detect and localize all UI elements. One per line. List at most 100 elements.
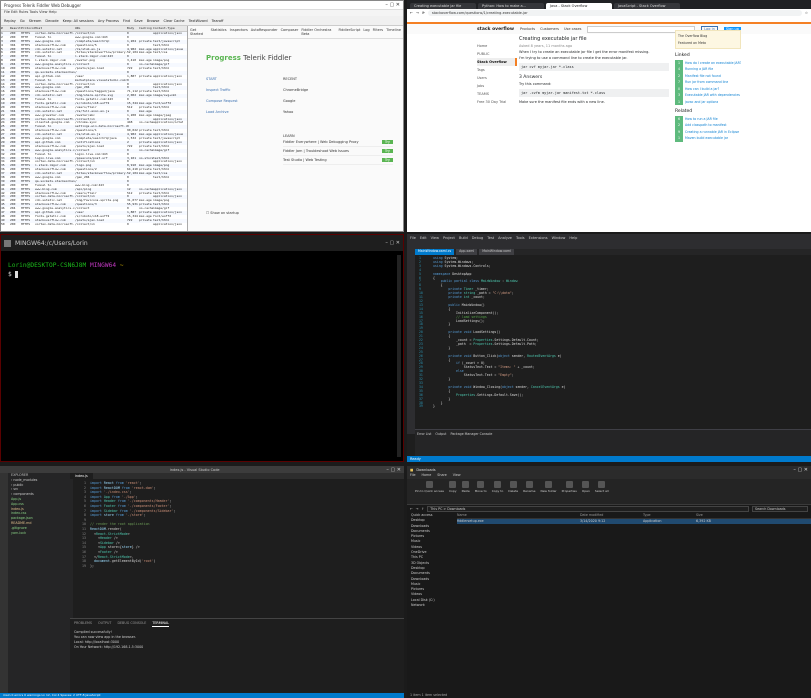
input-line[interactable]: $	[8, 270, 124, 279]
menu-item[interactable]: Debug	[472, 236, 484, 240]
activity-bar[interactable]	[0, 473, 8, 693]
star-icon[interactable]: ☆	[805, 11, 808, 15]
nav-item[interactable]: Network	[411, 603, 456, 608]
toolbar-button[interactable]: Browse	[147, 19, 160, 23]
left-nav-item[interactable]: TEAMS	[477, 90, 517, 98]
show-on-startup[interactable]: ☐ Show on startup	[206, 211, 239, 215]
ribbon-command[interactable]: Copy to	[492, 481, 503, 502]
ribbon-command[interactable]: Move to	[475, 481, 487, 502]
explorer-item[interactable]: yarn.lock	[11, 531, 73, 536]
left-nav-item[interactable]: PUBLIC	[477, 50, 517, 58]
inspector-tab[interactable]: Log	[363, 28, 369, 36]
inspector-tab[interactable]: AutoResponder	[251, 28, 278, 36]
output-tab[interactable]: Output	[435, 432, 446, 436]
scrollbar[interactable]	[397, 255, 401, 457]
address-field[interactable]: This PC > Downloads	[427, 506, 749, 512]
column-header[interactable]: Type	[643, 513, 693, 518]
left-nav-item[interactable]: Free 30 Day Trial	[477, 98, 517, 106]
so-nav-item[interactable]: Customers	[540, 27, 559, 31]
ribbon-command[interactable]: Pin to Quick access	[415, 481, 444, 502]
back-icon[interactable]: ←	[410, 507, 413, 511]
editor-tab[interactable]: MainWindow.xaml	[479, 249, 514, 255]
inspector-tab[interactable]: Get Started	[190, 28, 208, 36]
menu-item[interactable]: Window	[552, 236, 566, 240]
toolbar-button[interactable]: Stream	[29, 19, 42, 23]
try-button[interactable]: Try	[381, 140, 393, 144]
toolbar-button[interactable]: Any Process	[98, 19, 119, 23]
vscode-code-editor[interactable]: 1 import React from 'react'; 2 import Reac…	[72, 481, 364, 568]
inspector-tab[interactable]: Composer	[281, 28, 299, 36]
url-field[interactable]: stackoverflow.com/questions/1/creating-e…	[427, 10, 802, 16]
column-header[interactable]: Content-Type	[153, 26, 183, 31]
menu-item[interactable]: Edit	[420, 236, 427, 240]
menu-item[interactable]: View	[431, 236, 439, 240]
column-header[interactable]: Caching	[139, 26, 153, 31]
question-title[interactable]: Creating executable jar file	[519, 36, 669, 43]
column-header[interactable]: Host	[35, 26, 75, 31]
inspector-tab[interactable]: Timeline	[386, 28, 401, 36]
menu-item[interactable]: Extensions	[529, 236, 548, 240]
inspector-tab[interactable]: Statistics	[211, 28, 227, 36]
recent-item[interactable]: Google	[283, 96, 308, 107]
column-header[interactable]: URL	[75, 26, 127, 31]
terminal-output[interactable]: Compiled successfully! You can now view a…	[74, 630, 400, 650]
window-controls[interactable]: – ▢ ✕	[385, 240, 400, 246]
left-nav-item[interactable]: Stack Overflow	[477, 58, 517, 66]
window-controls[interactable]: – ▢ ✕	[385, 2, 400, 8]
sessions-list[interactable]: # Result Protocol Host URL Body Caching Content…	[1, 26, 188, 231]
toolbar-button[interactable]: Keep: All sessions	[63, 19, 94, 23]
recent-item[interactable]: Yahoo	[283, 107, 308, 118]
column-header[interactable]: Body	[127, 26, 139, 31]
column-header[interactable]: #	[1, 26, 10, 31]
column-header[interactable]: Size	[696, 513, 736, 518]
ribbon-command[interactable]: Rename	[523, 481, 535, 502]
ribbon-command[interactable]: Open	[582, 481, 590, 502]
so-nav-item[interactable]: Use cases	[564, 27, 582, 31]
inspector-tab[interactable]: FiddlerScript	[338, 28, 360, 36]
left-nav-item[interactable]: Users	[477, 74, 517, 82]
left-nav-item[interactable]: Tags	[477, 66, 517, 74]
toolbar-button[interactable]: Go	[20, 19, 25, 23]
blog-box-item[interactable]: Featured on Meta	[678, 40, 738, 47]
so-nav-item[interactable]: Products	[520, 27, 535, 31]
inspector-tab[interactable]: Fiddler Orchestra Beta	[301, 28, 335, 36]
output-tab[interactable]: Package Manager Console	[450, 432, 492, 436]
menu-item[interactable]: File	[410, 236, 416, 240]
toolbar-button[interactable]: Find	[123, 19, 130, 23]
toolbar-button[interactable]: Clear Cache	[163, 19, 184, 23]
try-button[interactable]: Try	[381, 158, 393, 162]
editor-tab[interactable]: MainWindow.xaml.cs	[415, 249, 455, 255]
ribbon-command[interactable]: New folder	[540, 481, 557, 502]
menu-item[interactable]: Analyze	[498, 236, 512, 240]
start-link[interactable]: Load Archive	[206, 107, 238, 118]
start-link[interactable]: Compose Request	[206, 96, 238, 107]
column-header[interactable]: Name	[457, 513, 577, 518]
up-icon[interactable]: ↑	[422, 507, 425, 511]
back-icon[interactable]: ←	[410, 11, 413, 15]
toolbar-button[interactable]: Save	[134, 19, 143, 23]
panel-tab[interactable]: OUTPUT	[98, 621, 111, 627]
linked-link[interactable]: javac and jar options	[685, 99, 718, 106]
left-nav-item[interactable]: Jobs	[477, 82, 517, 90]
forward-icon[interactable]: →	[416, 11, 419, 15]
recent-item[interactable]: ChromeBridge	[283, 85, 308, 96]
column-header[interactable]: Date modified	[580, 513, 640, 518]
menu-item[interactable]: Help	[569, 236, 577, 240]
session-row[interactable]: 50 200 HTTPS vortex.data.microsoft.com/coll…	[1, 223, 187, 227]
inspector-tab[interactable]: Filters	[373, 28, 384, 36]
output-tab[interactable]: Error List	[417, 432, 431, 436]
try-button[interactable]: Try	[381, 149, 393, 153]
column-header[interactable]: Protocol	[21, 26, 35, 31]
reload-icon[interactable]: ⟳	[422, 11, 425, 15]
start-link[interactable]: Inspect Traffic	[206, 85, 238, 96]
search-input[interactable]: Search Downloads	[752, 506, 808, 512]
window-controls[interactable]: – ▢ ✕	[386, 467, 401, 473]
so-logo[interactable]: stack overflow	[477, 27, 514, 32]
column-header[interactable]: Result	[10, 26, 21, 31]
editor-tab[interactable]: App.xaml	[456, 249, 478, 255]
forward-icon[interactable]: →	[416, 507, 419, 511]
ribbon-command[interactable]: Paste	[462, 481, 470, 502]
toolbar-button[interactable]: Tearoff	[212, 19, 224, 23]
menu-item[interactable]: Project	[443, 236, 455, 240]
toolbar-button[interactable]: TextWizard	[189, 19, 208, 23]
